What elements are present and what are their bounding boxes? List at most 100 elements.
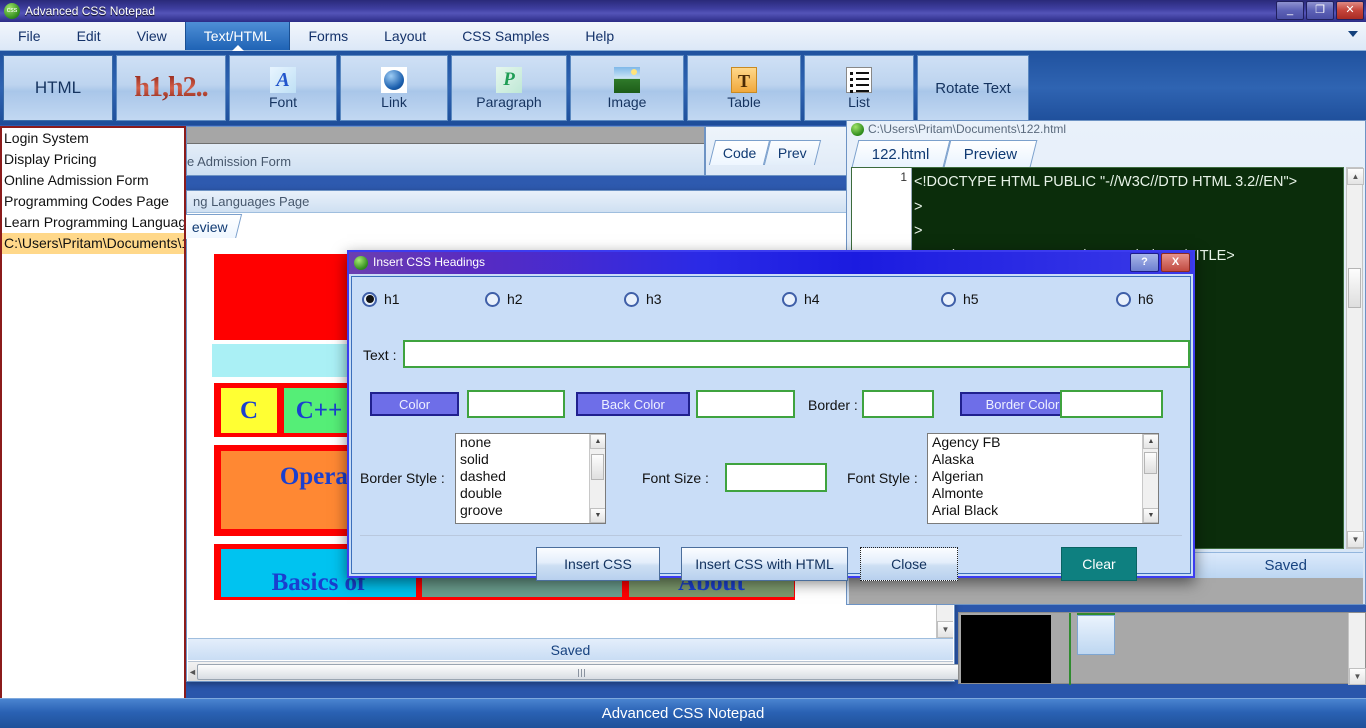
font-style-option-alaska[interactable]: Alaska <box>928 451 1158 468</box>
border-style-option-solid[interactable]: solid <box>456 451 605 468</box>
ribbon-button-link[interactable]: Link <box>340 55 448 121</box>
heading-text-input[interactable] <box>403 340 1190 368</box>
menu-item-forms[interactable]: Forms <box>290 22 366 50</box>
ribbon-button-font[interactable]: A Font <box>229 55 337 121</box>
menu-item-text-html[interactable]: Text/HTML <box>185 22 291 50</box>
preview-hscroll-thumb[interactable] <box>197 664 967 680</box>
ribbon-button-headings[interactable]: h1,h2.. <box>116 55 226 121</box>
font-style-option-arial-black[interactable]: Arial Black <box>928 502 1158 519</box>
tab-prev[interactable]: Prev <box>764 140 821 165</box>
border-color-value-input[interactable] <box>1060 390 1163 418</box>
tab-code[interactable]: Code <box>709 140 771 165</box>
tab-preview[interactable]: eview <box>178 214 242 239</box>
font-style-option-agency-fb[interactable]: Agency FB <box>928 434 1158 451</box>
tab-122-html-label: 122.html <box>872 146 930 163</box>
sidebar-item-display-pricing[interactable]: Display Pricing <box>2 149 184 170</box>
minimize-button[interactable]: _ <box>1276 1 1304 20</box>
dialog-title: Insert CSS Headings <box>373 255 485 269</box>
chevron-down-icon[interactable] <box>1348 31 1358 37</box>
tab-editor-preview[interactable]: Preview <box>943 140 1037 167</box>
editor-file-icon <box>851 123 864 136</box>
border-style-listbox[interactable]: none solid dashed double groove ▲ ▼ <box>455 433 606 524</box>
sidebar-item-online-admission-form[interactable]: Online Admission Form <box>2 170 184 191</box>
preview-hscroll-left-arrow[interactable]: ◄ <box>188 667 197 677</box>
preview-scroll-down-arrow[interactable]: ▼ <box>937 621 953 638</box>
documents-list-panel[interactable]: Login System Display Pricing Online Admi… <box>0 126 186 728</box>
ribbon-button-rotate-text[interactable]: Rotate Text <box>917 55 1029 121</box>
font-size-input[interactable] <box>725 463 827 492</box>
insert-css-button[interactable]: Insert CSS <box>536 547 660 581</box>
dialog-close-button[interactable]: X <box>1161 253 1190 272</box>
preview-status-bar: Saved <box>188 638 953 660</box>
menu-item-edit[interactable]: Edit <box>59 22 119 50</box>
back-color-button[interactable]: Back Color <box>576 392 690 416</box>
menu-item-css-samples[interactable]: CSS Samples <box>444 22 567 50</box>
editor-vertical-scrollbar[interactable]: ▲ ▼ <box>1346 167 1363 549</box>
radio-h6-icon[interactable] <box>1116 292 1131 307</box>
maximize-button[interactable]: ❐ <box>1306 1 1334 20</box>
back-color-value-input[interactable] <box>696 390 795 418</box>
ribbon-button-html[interactable]: HTML <box>3 55 113 121</box>
ribbon-button-paragraph[interactable]: P Paragraph <box>451 55 567 121</box>
ribbon-button-table[interactable]: T Table <box>687 55 801 121</box>
font-style-listbox[interactable]: Agency FB Alaska Algerian Almonte Arial … <box>927 433 1159 524</box>
dialog-body: h1 h2 h3 h4 h5 <box>351 276 1191 574</box>
code-preview-window[interactable]: Code Prev <box>705 126 853 176</box>
border-style-scroll-up-arrow[interactable]: ▲ <box>590 434 606 449</box>
border-style-option-double[interactable]: double <box>456 485 605 502</box>
radio-h1[interactable]: h1 <box>362 291 400 307</box>
color-button[interactable]: Color <box>370 392 459 416</box>
radio-h5-icon[interactable] <box>941 292 956 307</box>
radio-h4[interactable]: h4 <box>782 291 820 307</box>
font-style-scroll-thumb[interactable] <box>1144 452 1157 474</box>
font-style-scroll-up-arrow[interactable]: ▲ <box>1143 434 1159 449</box>
border-style-scrollbar[interactable]: ▲ ▼ <box>589 434 605 523</box>
font-style-scrollbar[interactable]: ▲ ▼ <box>1142 434 1158 523</box>
insert-css-headings-dialog[interactable]: Insert CSS Headings ? X h1 h2 h3 <box>347 250 1195 578</box>
ribbon-button-list[interactable]: List <box>804 55 914 121</box>
clear-button[interactable]: Clear <box>1061 547 1137 581</box>
sidebar-item-current-file-path[interactable]: C:\Users\Pritam\Documents\1 <box>2 233 184 254</box>
font-style-option-algerian[interactable]: Algerian <box>928 468 1158 485</box>
editor-footer-scrollbar[interactable]: ▼ <box>1348 613 1365 685</box>
font-a-icon: A <box>270 67 296 93</box>
radio-h5[interactable]: h5 <box>941 291 979 307</box>
radio-h3-icon[interactable] <box>624 292 639 307</box>
editor-scroll-up-arrow[interactable]: ▲ <box>1347 168 1364 185</box>
close-button[interactable]: ✕ <box>1336 1 1364 20</box>
font-style-scroll-down-arrow[interactable]: ▼ <box>1143 508 1159 523</box>
tab-122-html[interactable]: 122.html <box>852 140 950 167</box>
menu-item-file[interactable]: File <box>0 22 59 50</box>
menu-item-view[interactable]: View <box>119 22 185 50</box>
preview-horizontal-scrollbar[interactable]: ◄ <box>188 661 953 681</box>
dialog-help-button[interactable]: ? <box>1130 253 1159 272</box>
sidebar-item-learn-programming-languages[interactable]: Learn Programming Languages <box>2 212 184 233</box>
border-style-option-groove[interactable]: groove <box>456 502 605 519</box>
radio-h2[interactable]: h2 <box>485 291 523 307</box>
radio-h4-icon[interactable] <box>782 292 797 307</box>
sidebar-item-login-system[interactable]: Login System <box>2 128 184 149</box>
radio-h1-icon[interactable] <box>362 292 377 307</box>
border-style-scroll-down-arrow[interactable]: ▼ <box>590 508 606 523</box>
insert-css-with-html-button[interactable]: Insert CSS with HTML <box>681 547 848 581</box>
border-style-option-none[interactable]: none <box>456 434 605 451</box>
border-style-scroll-thumb[interactable] <box>591 454 604 480</box>
admission-form-window[interactable]: e Admission Form <box>186 126 705 176</box>
border-style-option-dashed[interactable]: dashed <box>456 468 605 485</box>
menu-item-help[interactable]: Help <box>567 22 632 50</box>
color-value-input[interactable] <box>467 390 565 418</box>
radio-h3[interactable]: h3 <box>624 291 662 307</box>
font-style-option-almonte[interactable]: Almonte <box>928 485 1158 502</box>
editor-scroll-down-arrow[interactable]: ▼ <box>1347 531 1364 548</box>
ribbon-button-image[interactable]: Image <box>570 55 684 121</box>
menu-item-layout[interactable]: Layout <box>366 22 444 50</box>
radio-h6[interactable]: h6 <box>1116 291 1154 307</box>
ribbon-toolbar: HTML h1,h2.. A Font Link P Paragraph Ima… <box>0 51 1366 125</box>
editor-bottom-strip <box>849 578 1363 604</box>
radio-h2-icon[interactable] <box>485 292 500 307</box>
editor-scroll-thumb[interactable] <box>1348 268 1361 308</box>
border-value-input[interactable] <box>862 390 934 418</box>
close-dialog-button[interactable]: Close <box>860 547 958 581</box>
editor-footer-scroll-down-arrow[interactable]: ▼ <box>1349 668 1366 685</box>
sidebar-item-programming-codes-page[interactable]: Programming Codes Page <box>2 191 184 212</box>
